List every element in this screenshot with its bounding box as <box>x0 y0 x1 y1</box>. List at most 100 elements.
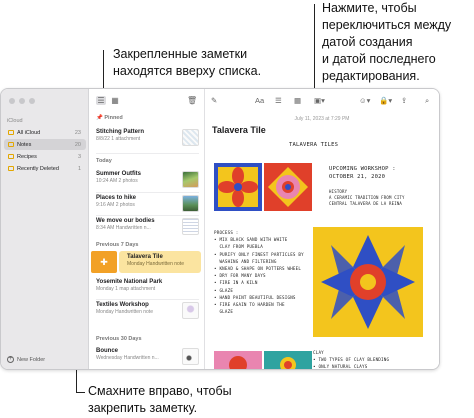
handwritten-title: TALAVERA TILES <box>289 142 339 148</box>
tile-illustration-red <box>214 163 262 211</box>
folder-count: 20 <box>74 141 81 148</box>
format-text-icon[interactable]: Aa <box>255 96 264 105</box>
note-thumbnail <box>182 218 199 235</box>
note-thumbnail <box>182 129 199 146</box>
table-icon[interactable]: ▦ <box>294 96 301 105</box>
previous-30-days-header: Previous 30 Days <box>96 336 142 342</box>
sidebar: iCloud All iCloud 23 Notes 20 Recipes 3 … <box>1 89 89 369</box>
note-thumbnail <box>182 302 199 319</box>
media-icon[interactable]: ▣▾ <box>314 96 325 105</box>
tile-pattern <box>218 167 258 207</box>
note-editor: ✎ Aa ☰ ▦ ▣▾ ☺▾ 🔒▾ ⇪ ⌕ July 11, 2023 at 7… <box>205 89 439 369</box>
folder-recipes[interactable]: Recipes 3 <box>4 151 86 162</box>
list-view-icon[interactable]: ☰ <box>96 96 106 105</box>
tile-illustration-pink <box>214 351 262 369</box>
trash-icon[interactable]: 🗑 <box>187 96 197 105</box>
share-icon[interactable]: ⇪ <box>401 96 407 105</box>
callout-line: и датой последнего <box>322 52 436 66</box>
tile-pattern <box>321 235 415 329</box>
trash-icon <box>8 166 14 171</box>
folder-count: 3 <box>77 153 81 160</box>
close-button[interactable] <box>9 98 15 104</box>
pin-action-button[interactable]: ✚ <box>91 251 117 273</box>
folder-label: Recently Deleted <box>17 165 59 172</box>
minimize-button[interactable] <box>19 98 25 104</box>
callout-leader <box>76 392 85 393</box>
list-item-textiles-workshop[interactable]: Textiles Workshop Monday Handwritten not… <box>96 302 199 326</box>
callout-line: Закрепленные заметки <box>113 47 248 61</box>
pin-icon: ✚ <box>100 257 108 267</box>
callout-line: переключиться между <box>322 18 452 32</box>
pin-icon: 📌 <box>96 115 103 121</box>
callout-date-toggle: Нажмите, чтобы переключиться между датой… <box>322 0 451 85</box>
callout-line: редактирования. <box>322 69 420 83</box>
search-icon[interactable]: ⌕ <box>425 96 429 105</box>
list-item-talavera-tile[interactable]: Talavera Tile Monday Handwritten note <box>119 251 201 273</box>
new-folder-button[interactable]: + New Folder <box>7 356 45 363</box>
tile-illustration-yellow <box>264 163 312 211</box>
callout-swipe: Смахните вправо, чтобы закрепить заметку… <box>88 383 232 417</box>
handwritten-clay: CLAY • TWO TYPES OF CLAY BLENDING • ONLY… <box>313 350 390 369</box>
note-subtitle: Monday 1 map attachment <box>96 286 156 292</box>
folder-all-icloud[interactable]: All iCloud 23 <box>4 127 86 138</box>
folder-icon <box>8 154 14 159</box>
folder-label: All iCloud <box>17 129 41 136</box>
callout-line: Смахните вправо, чтобы <box>88 384 232 398</box>
editor-toolbar: ✎ Aa ☰ ▦ ▣▾ ☺▾ 🔒▾ ⇪ ⌕ <box>211 96 433 108</box>
folder-recently-deleted[interactable]: Recently Deleted 1 <box>4 163 86 174</box>
notes-window: iCloud All iCloud 23 Notes 20 Recipes 3 … <box>0 88 440 370</box>
note-title: Talavera Tile <box>127 254 163 260</box>
divider <box>96 215 199 216</box>
collaborate-icon[interactable]: ☺▾ <box>359 96 370 105</box>
list-toolbar: ☰ ▦ 🗑 <box>96 96 197 108</box>
account-label: iCloud <box>7 118 23 124</box>
compose-icon[interactable]: ✎ <box>211 96 217 105</box>
divider <box>96 192 199 193</box>
handwritten-process: PROCESS : • MIX BLACK SAND WITH WHITE CL… <box>214 230 304 315</box>
tile-pattern <box>268 167 308 207</box>
previous-7-days-header: Previous 7 Days <box>96 242 139 248</box>
folder-icon <box>8 130 14 135</box>
note-thumbnail <box>182 195 199 212</box>
new-folder-label: New Folder <box>17 356 46 363</box>
plus-circle-icon: + <box>7 356 14 363</box>
divider <box>96 299 199 300</box>
tile-illustration-teal <box>264 351 312 369</box>
folder-label: Recipes <box>17 153 37 160</box>
note-thumbnail <box>182 171 199 188</box>
handwritten-workshop: UPCOMING WORKSHOP : OCTOBER 21, 2020 <box>329 166 396 180</box>
folder-notes[interactable]: Notes 20 <box>4 139 86 150</box>
note-date-toggle[interactable]: July 11, 2023 at 7:29 PM <box>205 116 439 122</box>
pinned-header: 📌 Pinned <box>96 115 123 121</box>
callout-line: Нажмите, чтобы <box>322 1 417 15</box>
list-item-we-move-our-bodies[interactable]: We move our bodies 8:34 AM Handwritten n… <box>96 218 199 242</box>
folder-label: Notes <box>17 141 32 148</box>
pinned-header-label: Pinned <box>104 115 123 121</box>
today-header: Today <box>96 158 112 164</box>
notes-list: ☰ ▦ 🗑 📌 Pinned Stitching Pattern 8/8/22 … <box>89 89 205 369</box>
callout-line: закрепить заметку. <box>88 401 198 415</box>
callout-line: находятся вверху списка. <box>113 64 262 78</box>
tile-pattern <box>229 356 247 369</box>
zoom-button[interactable] <box>29 98 35 104</box>
divider <box>96 153 199 154</box>
list-item-stitching-pattern[interactable]: Stitching Pattern 8/8/22 1 attachment <box>96 129 199 153</box>
callout-pinned: Закрепленные заметки находятся вверху сп… <box>113 46 261 80</box>
window-controls <box>9 98 35 104</box>
folder-icon <box>8 142 14 147</box>
tile-pattern <box>280 357 296 369</box>
folder-count: 23 <box>74 129 81 136</box>
note-subtitle: Monday Handwritten note <box>127 261 184 267</box>
gallery-view-icon[interactable]: ▦ <box>110 96 120 105</box>
callout-line: датой создания <box>322 35 413 49</box>
swiped-list-item[interactable]: ✚ Talavera Tile Monday Handwritten note <box>89 251 205 273</box>
note-title: Yosemite National Park <box>96 279 163 285</box>
tile-illustration-blue <box>313 227 423 337</box>
lock-icon[interactable]: 🔒▾ <box>379 96 392 105</box>
note-title-heading: Talavera Tile <box>212 125 266 135</box>
note-thumbnail <box>182 348 199 365</box>
folder-count: 1 <box>77 165 81 172</box>
list-item-bounce[interactable]: Bounce Wednesday Handwritten n... <box>96 348 199 369</box>
checklist-icon[interactable]: ☰ <box>275 96 282 105</box>
handwritten-history: HISTORY A CERAMIC TRADITION FROM CITY CE… <box>329 189 405 206</box>
